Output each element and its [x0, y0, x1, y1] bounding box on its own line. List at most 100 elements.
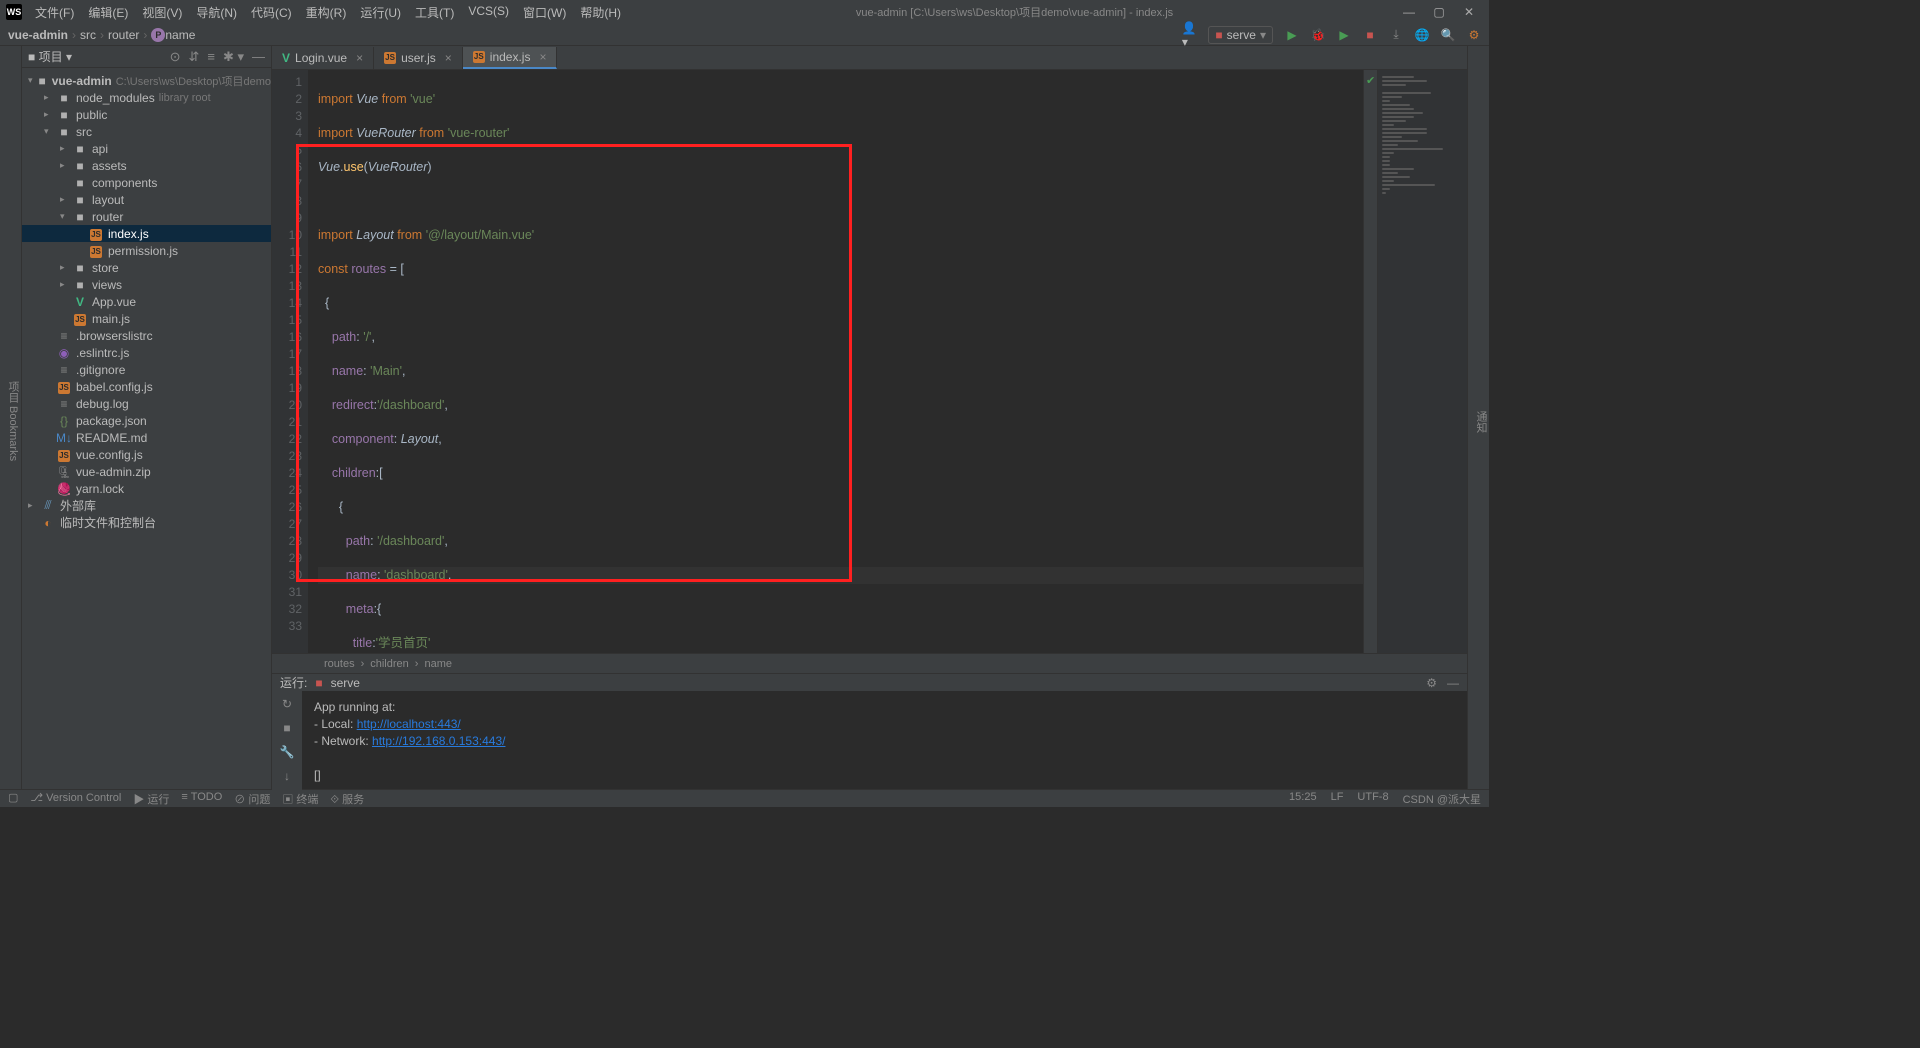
status-services[interactable]: ⟐ 服务: [330, 791, 364, 807]
chevron-right-icon: ›: [143, 28, 147, 42]
tree-api[interactable]: ▸■api: [22, 140, 271, 157]
status-encoding[interactable]: UTF-8: [1357, 791, 1388, 807]
inspection-overview[interactable]: ✔: [1363, 70, 1377, 653]
tree-main-js[interactable]: JSmain.js: [22, 310, 271, 327]
close-icon[interactable]: ×: [539, 50, 546, 64]
menu-code[interactable]: 代码(C): [246, 2, 297, 23]
tree-root[interactable]: ▾■vue-adminC:\Users\ws\Desktop\项目demo: [22, 72, 271, 89]
run-config-selector[interactable]: ■serve▾: [1208, 26, 1273, 44]
tab-user-js[interactable]: JSuser.js×: [374, 47, 463, 69]
status-vcs[interactable]: ⎇ Version Control: [30, 791, 121, 807]
tree-layout[interactable]: ▸■layout: [22, 191, 271, 208]
tree-eslintrc[interactable]: ◉.eslintrc.js: [22, 344, 271, 361]
debug-button-icon[interactable]: 🐞: [1311, 28, 1325, 42]
right-tool-stripe[interactable]: 通知: [1467, 46, 1489, 789]
down-icon[interactable]: ↓: [284, 769, 290, 783]
maximize-button[interactable]: ▢: [1433, 5, 1445, 19]
tree-store[interactable]: ▸■store: [22, 259, 271, 276]
menu-window[interactable]: 窗口(W): [518, 2, 571, 23]
tree-router[interactable]: ▾■router: [22, 208, 271, 225]
coverage-button-icon[interactable]: ▶: [1337, 28, 1351, 42]
tree-yarn[interactable]: 🧶yarn.lock: [22, 480, 271, 497]
menu-vcs[interactable]: VCS(S): [463, 2, 514, 23]
select-open-file-icon[interactable]: ⊙: [170, 49, 181, 65]
breadcrumb-src[interactable]: src: [80, 28, 96, 42]
tree-readme[interactable]: M↓README.md: [22, 429, 271, 446]
editor[interactable]: 1234567891011121314151617181920212223242…: [272, 70, 1467, 653]
tree-app-vue[interactable]: VApp.vue: [22, 293, 271, 310]
collapse-all-icon[interactable]: ≡: [207, 49, 215, 64]
project-header-label: ■ 项目 ▾: [28, 48, 72, 65]
tab-login-vue[interactable]: VLogin.vue×: [272, 47, 374, 69]
breadcrumb-project[interactable]: vue-admin: [8, 28, 68, 42]
menu-tools[interactable]: 工具(T): [410, 2, 459, 23]
tree-zip[interactable]: 🗜vue-admin.zip: [22, 463, 271, 480]
menu-run[interactable]: 运行(U): [355, 2, 406, 23]
wrench-icon[interactable]: 🔧: [280, 745, 295, 759]
tree-permission-js[interactable]: JSpermission.js: [22, 242, 271, 259]
menu-file[interactable]: 文件(F): [30, 2, 79, 23]
project-tree[interactable]: ▾■vue-adminC:\Users\ws\Desktop\项目demo ▸■…: [22, 68, 271, 789]
translate-icon[interactable]: 🌐: [1415, 28, 1429, 42]
menu-navigate[interactable]: 导航(N): [191, 2, 242, 23]
menu-refactor[interactable]: 重构(R): [301, 2, 352, 23]
menu-help[interactable]: 帮助(H): [575, 2, 626, 23]
tree-external-libs[interactable]: ▸⫻外部库: [22, 497, 271, 514]
tree-babel[interactable]: JSbabel.config.js: [22, 378, 271, 395]
tree-views[interactable]: ▸■views: [22, 276, 271, 293]
status-run[interactable]: ▶ 运行: [133, 791, 169, 807]
status-cursor-pos[interactable]: 15:25: [1289, 791, 1317, 807]
local-url-link[interactable]: http://localhost:443/: [357, 717, 461, 731]
close-icon[interactable]: ×: [445, 51, 452, 65]
settings-gear-icon[interactable]: ⚙: [1467, 28, 1481, 42]
project-tool-window: ■ 项目 ▾ ⊙ ⇵ ≡ ✱ ▾ — ▾■vue-adminC:\Users\w…: [22, 46, 272, 789]
stop-icon[interactable]: ■: [283, 721, 290, 735]
breadcrumb-name[interactable]: name: [165, 28, 195, 42]
network-url-link[interactable]: http://192.168.0.153:443/: [372, 734, 505, 748]
close-icon[interactable]: ×: [356, 51, 363, 65]
menu-view[interactable]: 视图(V): [137, 2, 187, 23]
gear-icon[interactable]: ✱ ▾: [223, 49, 244, 65]
tree-vueconfig[interactable]: JSvue.config.js: [22, 446, 271, 463]
menu-edit[interactable]: 编辑(E): [83, 2, 133, 23]
tab-index-js[interactable]: JSindex.js×: [463, 47, 558, 69]
tree-index-js[interactable]: JSindex.js: [22, 225, 271, 242]
hide-tool-icon[interactable]: —: [252, 49, 265, 64]
status-terminal[interactable]: ▣ 终端: [282, 791, 318, 807]
tree-components[interactable]: ■components: [22, 174, 271, 191]
bc-name[interactable]: name: [424, 658, 452, 670]
run-output[interactable]: App running at: - Local: http://localhos…: [302, 691, 1467, 792]
expand-all-icon[interactable]: ⇵: [188, 49, 199, 65]
tree-debug[interactable]: ≡debug.log: [22, 395, 271, 412]
status-line-sep[interactable]: LF: [1331, 791, 1344, 807]
tree-node-modules[interactable]: ▸■node_moduleslibrary root: [22, 89, 271, 106]
tree-package[interactable]: {}package.json: [22, 412, 271, 429]
minimize-button[interactable]: —: [1403, 5, 1415, 19]
code-area[interactable]: import Vue from 'vue' import VueRouter f…: [308, 70, 1363, 653]
rerun-icon[interactable]: ↻: [282, 697, 292, 711]
close-button[interactable]: ✕: [1463, 5, 1475, 19]
tree-public[interactable]: ▸■public: [22, 106, 271, 123]
status-problems[interactable]: ⊘ 问题: [234, 791, 270, 807]
stop-button-icon[interactable]: ■: [1363, 28, 1377, 42]
breadcrumb-router[interactable]: router: [108, 28, 139, 42]
tree-scratches[interactable]: ◐临时文件和控制台: [22, 514, 271, 531]
tree-assets[interactable]: ▸■assets: [22, 157, 271, 174]
left-tool-stripe[interactable]: 项目 Bookmarks: [0, 46, 22, 789]
hide-icon[interactable]: —: [1447, 676, 1459, 690]
status-hide-icon[interactable]: ▢: [8, 791, 18, 807]
run-button-icon[interactable]: ▶: [1285, 28, 1299, 42]
bc-routes[interactable]: routes: [324, 658, 355, 670]
check-icon: ✔: [1366, 74, 1375, 87]
status-todo[interactable]: ≡ TODO: [181, 791, 222, 807]
minimap[interactable]: [1377, 70, 1467, 653]
bc-children[interactable]: children: [370, 658, 409, 670]
tree-gitignore[interactable]: ≡.gitignore: [22, 361, 271, 378]
editor-tabs: VLogin.vue× JSuser.js× JSindex.js×: [272, 46, 1467, 70]
tree-browserslistrc[interactable]: ≡.browserslistrc: [22, 327, 271, 344]
tree-src[interactable]: ▾■src: [22, 123, 271, 140]
git-update-icon[interactable]: ⤓: [1389, 28, 1403, 42]
gear-icon[interactable]: ⚙: [1426, 676, 1437, 690]
search-icon[interactable]: 🔍: [1441, 28, 1455, 42]
user-icon[interactable]: 👤▾: [1182, 28, 1196, 42]
